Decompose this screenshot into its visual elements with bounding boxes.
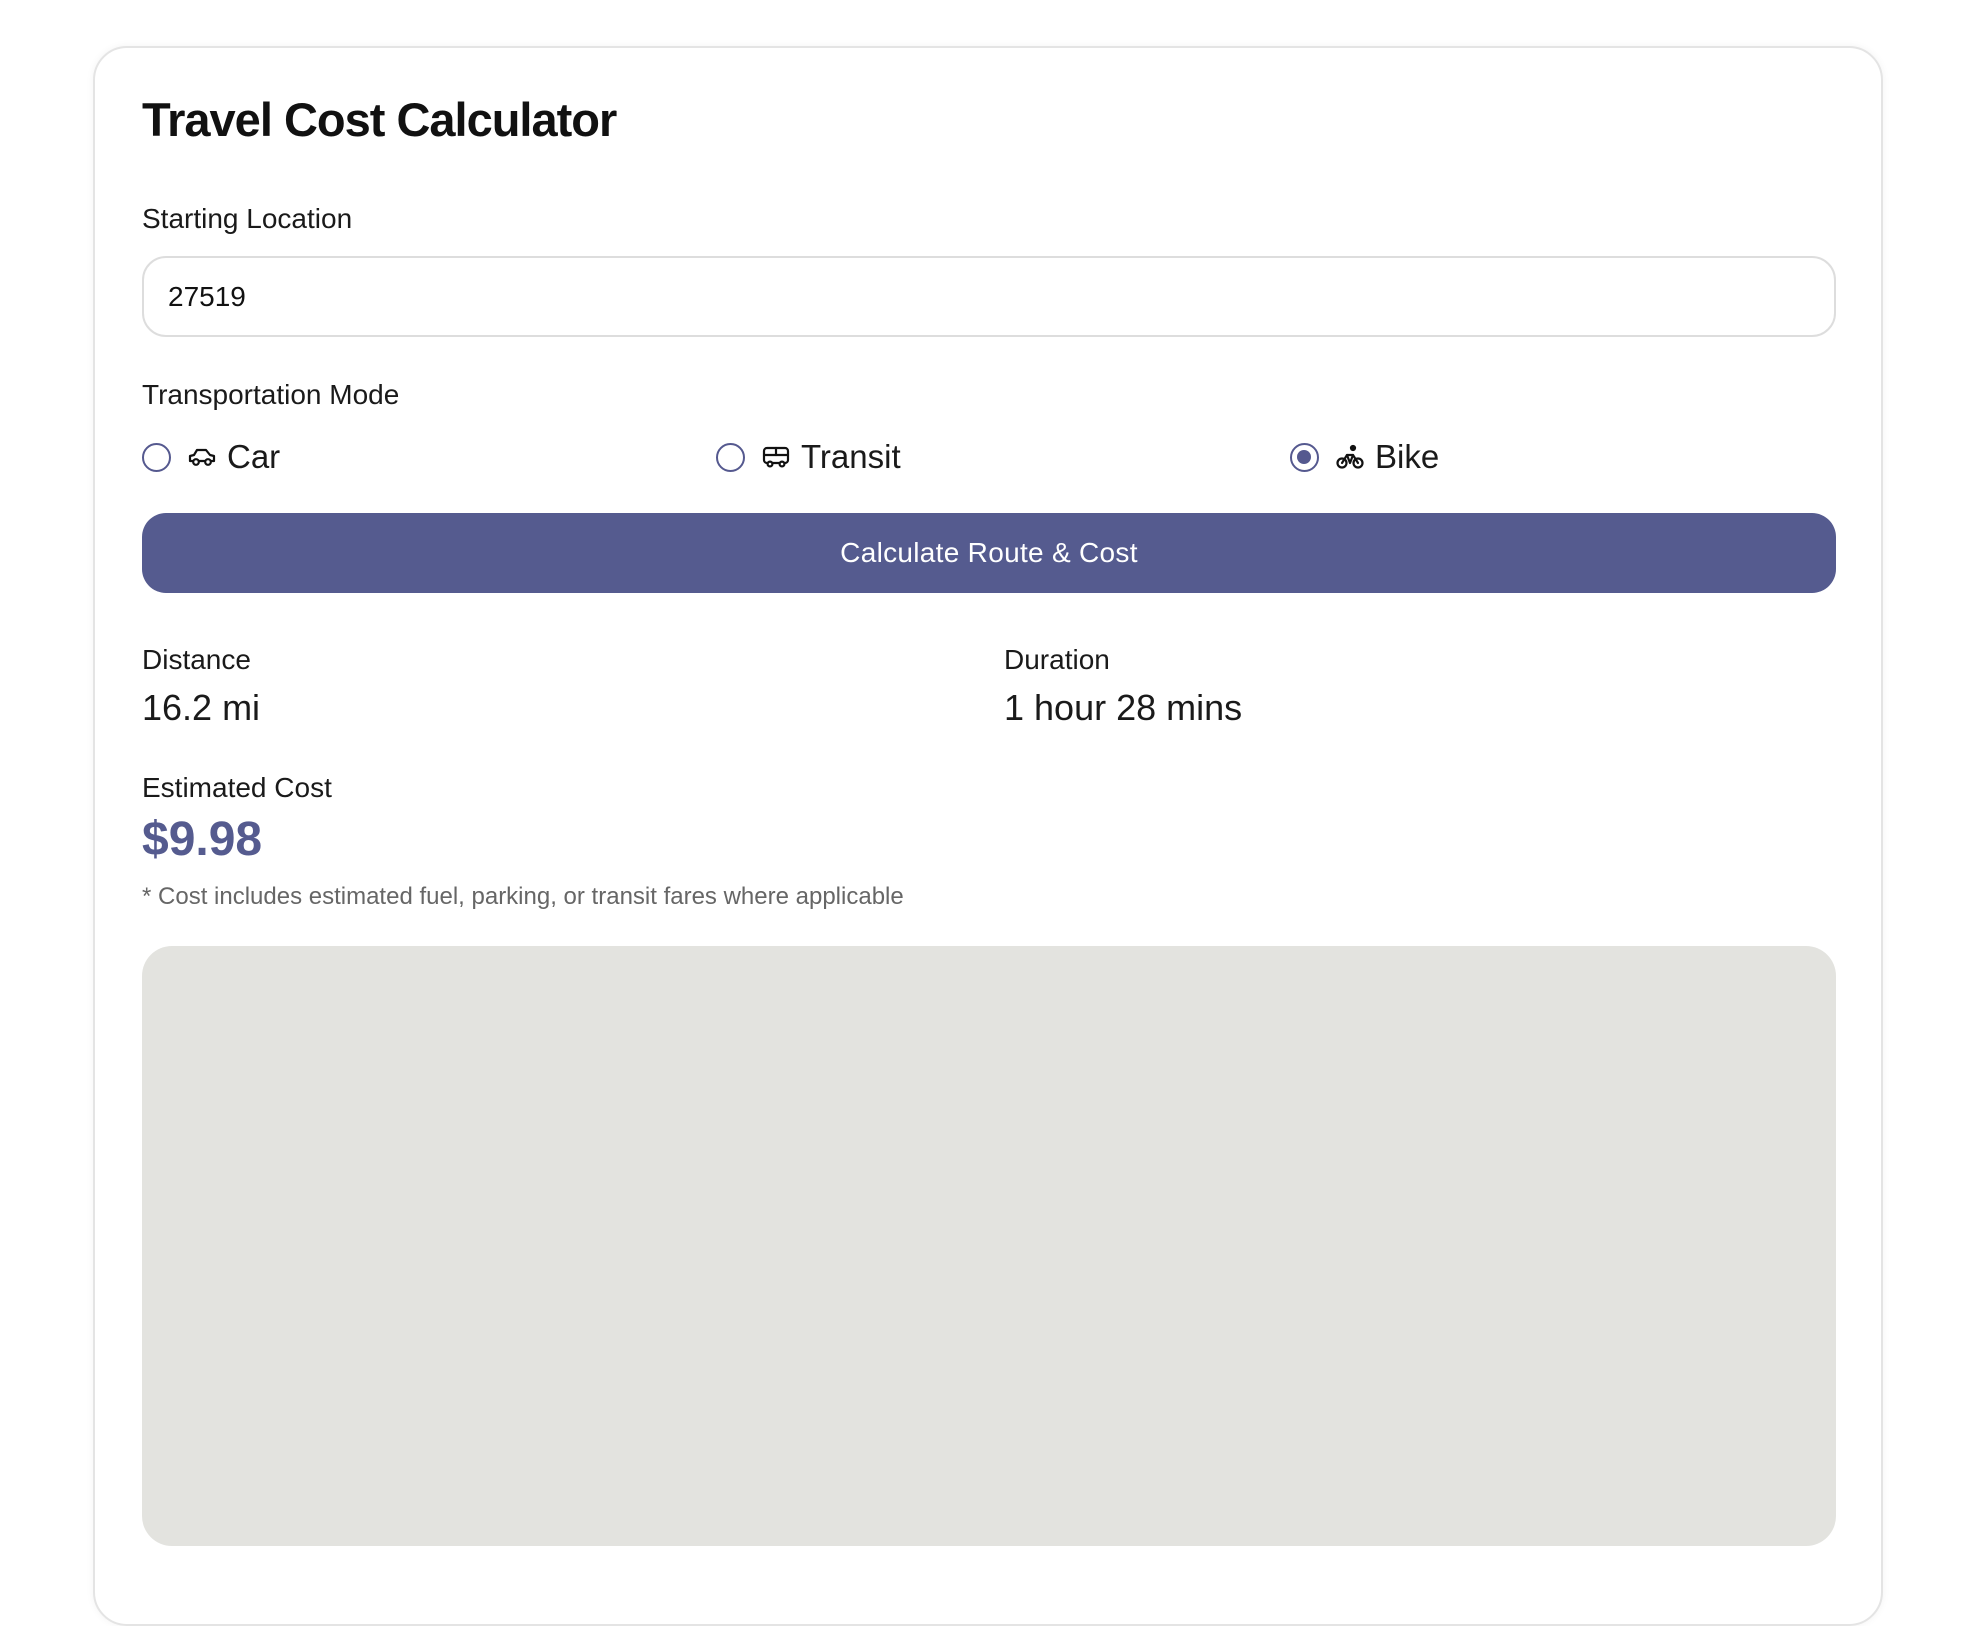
transit-radio[interactable] bbox=[716, 442, 745, 472]
duration-value: 1 hour 28 mins bbox=[1004, 687, 1243, 728]
bus-icon bbox=[761, 442, 791, 472]
car-icon bbox=[187, 442, 217, 472]
calculate-route-button[interactable]: Calculate Route & Cost bbox=[142, 513, 1836, 593]
estimated-cost-label: Estimated Cost bbox=[142, 772, 332, 803]
route-map[interactable] bbox=[142, 946, 1836, 1546]
distance-label: Distance bbox=[142, 644, 251, 675]
transportation-mode-label: Transportation Mode bbox=[142, 379, 400, 410]
mode-option-bike[interactable]: Bike bbox=[1290, 437, 1439, 477]
duration-label: Duration bbox=[1004, 644, 1110, 675]
mode-option-car[interactable]: Car bbox=[142, 437, 280, 477]
starting-location-label: Starting Location bbox=[142, 203, 353, 234]
cost-note: * Cost includes estimated fuel, parking,… bbox=[142, 883, 904, 910]
bike-label: Bike bbox=[1375, 438, 1440, 475]
page-title: Travel Cost Calculator bbox=[142, 93, 617, 146]
car-label: Car bbox=[227, 438, 281, 475]
mode-option-transit[interactable]: Transit bbox=[716, 437, 901, 477]
distance-value: 16.2 mi bbox=[142, 687, 261, 728]
car-radio[interactable] bbox=[142, 442, 171, 472]
calculate-route-button-label: Calculate Route & Cost bbox=[840, 537, 1138, 568]
transit-label: Transit bbox=[801, 438, 901, 475]
bike-radio[interactable] bbox=[1290, 442, 1319, 472]
starting-location-input[interactable] bbox=[142, 256, 1836, 337]
bike-icon bbox=[1335, 442, 1365, 472]
estimated-cost-value: $9.98 bbox=[142, 813, 263, 866]
